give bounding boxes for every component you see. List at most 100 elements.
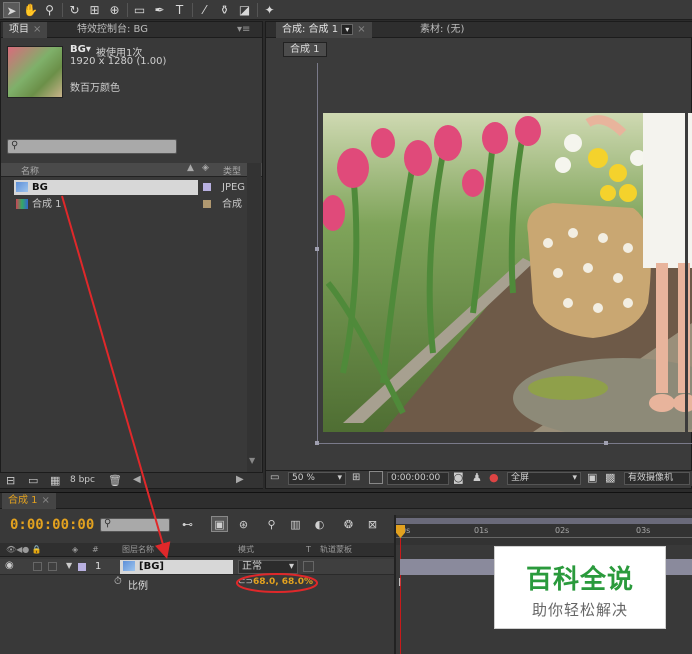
search-icon: ⚲ [104, 518, 112, 529]
tab-project[interactable]: 项目 × [3, 22, 48, 38]
tools-toolbar: ➤ ✋ ⚲ ↻ ⊞ ⊕ ▭ ✒ T ⁄ ⚱ ◪ ✦ [0, 0, 692, 20]
new-folder-icon[interactable]: ▭ [28, 474, 38, 487]
resolution-dropdown[interactable]: 全屏 ▾ [507, 472, 581, 485]
transform-handle[interactable] [315, 441, 319, 445]
eye-icon[interactable]: ◉ [5, 560, 14, 571]
column-layer-name[interactable]: 图层名称 [122, 543, 154, 557]
blend-mode-value: 正常 [242, 561, 262, 572]
fast-previews-icon[interactable]: ▣ [587, 471, 597, 484]
panel-menu-icon[interactable]: ▾≡ [231, 22, 256, 38]
tab-footage-label: 素材: (无) [420, 24, 465, 35]
layer-name-field[interactable]: [BG] [120, 560, 233, 574]
timeline-layer-row[interactable]: ◉ ▼ 1 [BG] 正常 ▾ [0, 559, 394, 575]
column-type-label[interactable]: 类型 [223, 164, 241, 177]
frame-blending-icon[interactable]: ▥ [287, 517, 304, 533]
scroll-left-icon[interactable]: ◀ [133, 474, 141, 485]
close-icon[interactable]: × [357, 24, 365, 35]
selection-arrow-icon[interactable]: ➤ [3, 2, 20, 18]
eraser-icon[interactable]: ◪ [236, 2, 253, 18]
label-color-chip[interactable] [78, 563, 86, 571]
composition-button[interactable]: 合成 1 [283, 42, 327, 57]
close-icon[interactable]: × [42, 495, 50, 506]
bit-depth-label[interactable]: 8 bpc [70, 475, 95, 485]
ruler-label: 03s [636, 526, 651, 535]
project-search-input[interactable]: ⚲ [7, 139, 177, 154]
chevron-down-icon: ▾ [572, 473, 577, 483]
new-composition-icon[interactable]: ▦ [50, 474, 60, 487]
preserve-transparency-toggle[interactable] [303, 561, 314, 572]
channels-icon[interactable]: ● [489, 471, 499, 484]
active-camera-dropdown[interactable]: 有效摄像机 [624, 472, 690, 485]
zoom-icon[interactable]: ⚲ [41, 2, 58, 18]
sort-up-icon[interactable]: ▲ [187, 163, 194, 173]
motion-blur-icon[interactable]: ◐ [311, 517, 328, 533]
keyframe-navigator[interactable]: I [398, 576, 401, 589]
lock-toggle[interactable] [48, 562, 57, 571]
scroll-right-icon[interactable]: ▶ [236, 474, 244, 485]
timeline-search-input[interactable]: ⚲ [100, 518, 170, 532]
expand-triangle-icon[interactable]: ▼ [66, 561, 72, 570]
brainstorm-icon[interactable]: ❂ [340, 517, 357, 533]
solo-toggle[interactable] [33, 562, 42, 571]
project-row-bg[interactable]: BG [14, 180, 198, 195]
label-color-chip[interactable] [203, 183, 211, 191]
scroll-down-icon[interactable]: ▼ [249, 456, 255, 465]
timeline-splitter[interactable] [394, 515, 396, 654]
safe-margins-icon[interactable]: ⊞ [352, 472, 360, 483]
time-ruler[interactable]: 0s 01s 02s 03s [396, 515, 692, 545]
zoom-dropdown[interactable]: 50 % ▾ [288, 472, 346, 485]
pen-icon[interactable]: ✒ [151, 2, 168, 18]
tab-effect-controls[interactable]: 特效控制台: BG [71, 22, 154, 38]
pan-behind-icon[interactable]: ⊕ [106, 2, 123, 18]
layer-name: [BG] [139, 561, 164, 572]
rotate-icon[interactable]: ↻ [66, 2, 83, 18]
transform-handle[interactable] [315, 247, 319, 251]
project-row-type: 合成 [222, 199, 242, 210]
type-icon[interactable]: T [171, 2, 188, 18]
close-icon[interactable]: × [33, 24, 41, 35]
project-column-header: 名称 ▲ ◈ 类型 [1, 163, 262, 177]
puppet-pin-icon[interactable]: ✦ [261, 2, 278, 18]
column-name-label[interactable]: 名称 [21, 164, 39, 177]
brush-icon[interactable]: ⁄ [196, 2, 213, 18]
current-time-field[interactable]: 0:00:00:00 [387, 472, 449, 485]
snapshot-camera-icon[interactable]: ◙ [453, 471, 464, 484]
timeline-current-time[interactable]: 0:00:00:00 [10, 517, 94, 533]
transparency-grid-icon[interactable]: ▩ [605, 471, 615, 484]
watermark-subtitle: 助你轻松解决 [531, 601, 628, 619]
trash-icon[interactable]: 🗑 [108, 474, 122, 487]
graph-editor-icon[interactable]: ⊠ [364, 517, 381, 533]
draft-3d-icon[interactable]: ⊛ [235, 517, 252, 533]
project-row-comp[interactable]: 合成 1 [14, 197, 198, 212]
layer-preview-image[interactable] [323, 113, 692, 432]
ruler-label: 01s [474, 526, 489, 535]
clone-stamp-icon[interactable]: ⚱ [216, 2, 233, 18]
tab-footage[interactable]: 素材: (无) [414, 22, 470, 38]
label-tag-icon[interactable]: ◈ [202, 163, 209, 173]
always-preview-icon[interactable]: ▭ [270, 472, 279, 483]
constrain-proportions-icon[interactable]: ⊂⊃ [238, 577, 253, 587]
column-mode[interactable]: 模式 [238, 543, 254, 557]
project-scrollbar[interactable]: ▼ [247, 163, 261, 473]
item-name: BG▾ [70, 44, 91, 55]
comp-mini-flowchart-icon[interactable]: ⊷ [179, 517, 196, 533]
camera-orbit-icon[interactable]: ⊞ [86, 2, 103, 18]
rectangle-mask-icon[interactable]: ▭ [131, 2, 148, 18]
label-color-chip[interactable] [203, 200, 211, 208]
work-area-bar[interactable] [396, 518, 692, 524]
column-track-matte[interactable]: 轨道蒙板 [320, 543, 352, 557]
hide-shy-layers-icon[interactable]: ⚲ [263, 517, 280, 533]
av-features-icons: 👁◀● 🔒 [6, 545, 42, 554]
scale-value[interactable]: 68.0, 68.0% [253, 577, 313, 587]
chevron-down-icon[interactable]: ▾ [341, 24, 354, 35]
region-of-interest-icon[interactable] [369, 471, 383, 484]
blend-mode-dropdown[interactable]: 正常 ▾ [238, 560, 298, 574]
tab-timeline-comp[interactable]: 合成 1 × [2, 493, 56, 509]
interpret-footage-icon[interactable]: ⊟ [6, 474, 15, 487]
live-update-icon[interactable]: ▣ [211, 516, 228, 532]
tab-composition[interactable]: 合成: 合成 1 ▾ × [276, 22, 372, 38]
show-snapshot-icon[interactable]: ♟ [472, 471, 482, 484]
transform-handle[interactable] [604, 441, 608, 445]
hand-icon[interactable]: ✋ [22, 2, 39, 18]
stopwatch-icon[interactable]: ⏱ [114, 576, 122, 587]
